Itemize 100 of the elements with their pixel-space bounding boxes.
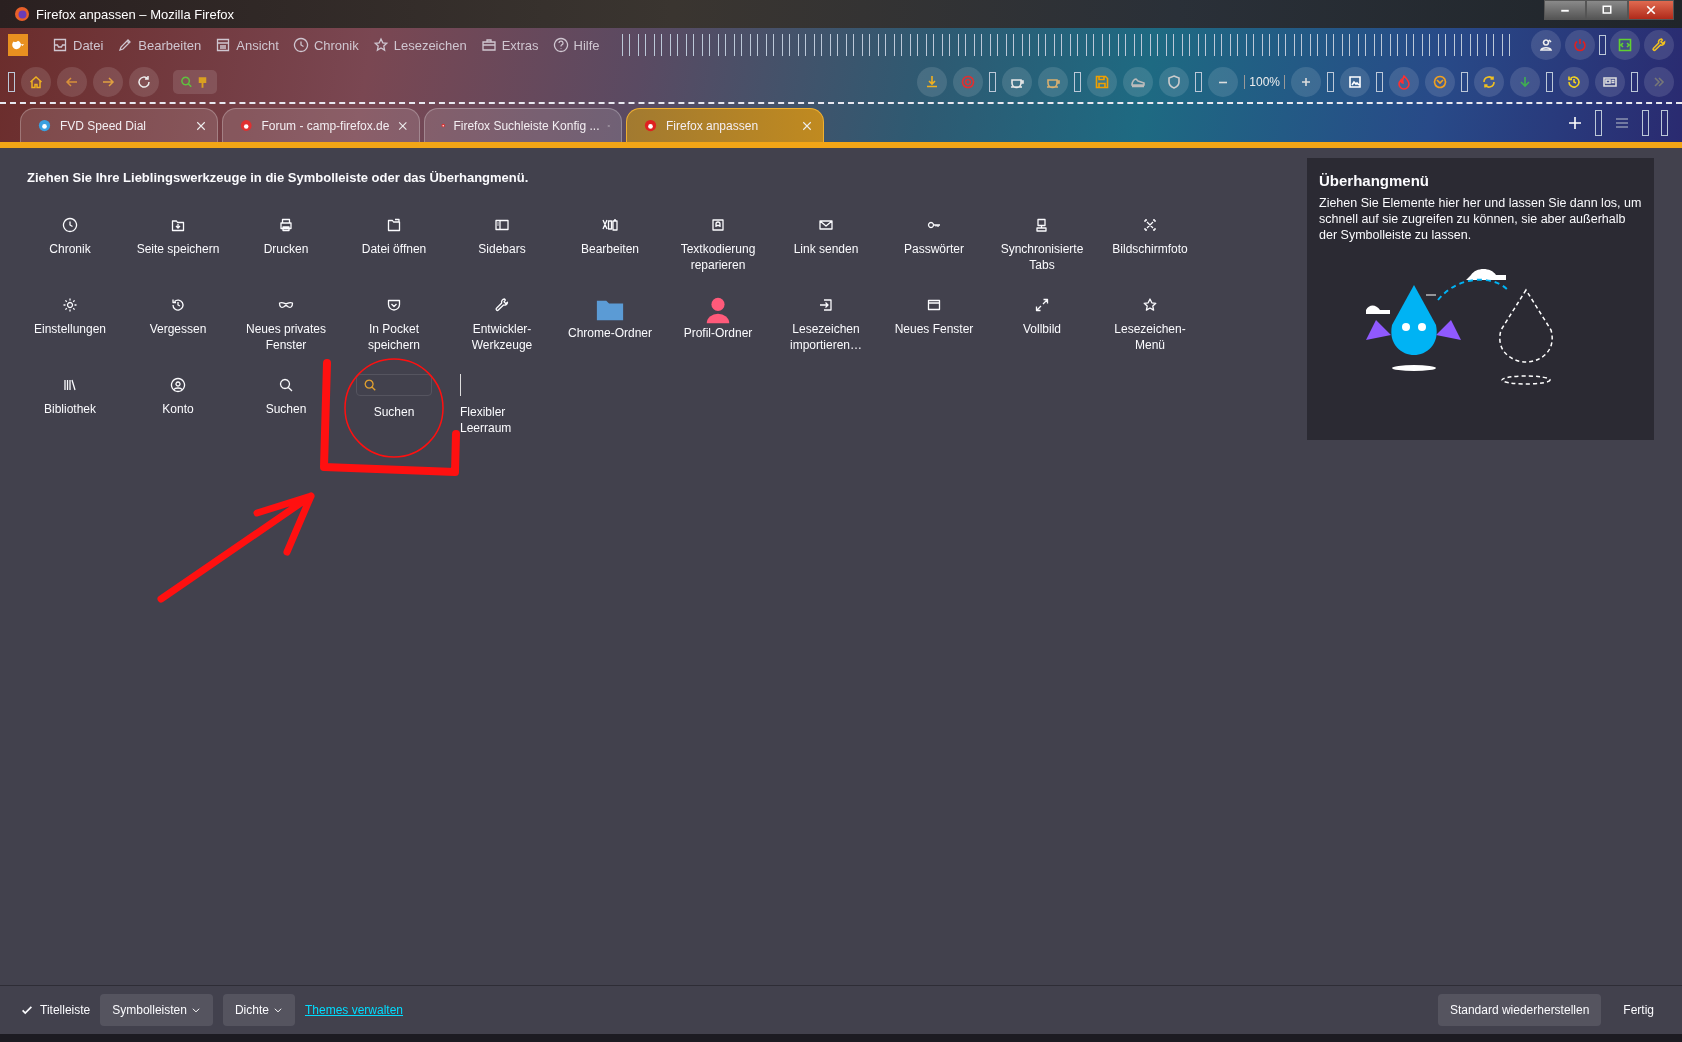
floppy-disk-button[interactable]: [1087, 67, 1118, 97]
cup-button[interactable]: [1002, 67, 1033, 97]
restore-defaults-button[interactable]: Standard wiederherstellen: [1437, 994, 1602, 1026]
palette-item-label: Konto: [162, 401, 194, 417]
screenshot-icon: [1142, 217, 1158, 233]
menu-item[interactable]: Datei: [48, 37, 108, 53]
toolbars-dropdown[interactable]: Symbolleisten: [100, 994, 213, 1026]
menu-item[interactable]: Bearbeiten: [113, 37, 206, 53]
zoom-out-button[interactable]: [1208, 67, 1239, 97]
picture-button[interactable]: [1340, 67, 1370, 97]
search-icon: [278, 377, 294, 393]
palette-item-label: Link senden: [793, 241, 859, 257]
arrow-down-button[interactable]: [1510, 67, 1540, 97]
shield-icon: [1166, 74, 1183, 90]
window-title: Firefox anpassen – Mozilla Firefox: [36, 6, 235, 22]
zoom-in-button[interactable]: [1291, 67, 1321, 97]
palette-item-label: Neues Fenster: [894, 321, 974, 337]
library-icon: [62, 377, 78, 393]
window-icon: [926, 297, 942, 313]
close-button[interactable]: [1628, 0, 1674, 20]
palette-heading: Ziehen Sie Ihre Lieblingswerkzeuge in die Symbolleiste oder das Überhangmenü.: [27, 170, 530, 185]
close-icon[interactable]: [397, 119, 409, 132]
picture-icon: [1347, 74, 1363, 90]
tab-title: Firefox Suchleiste Konfig ...: [453, 118, 600, 133]
app-menu-button[interactable]: [8, 34, 28, 56]
moon-caret-icon: [11, 38, 25, 52]
wrench-button[interactable]: [1644, 30, 1674, 60]
title-bar-checkbox[interactable]: Titelleiste: [20, 1003, 91, 1017]
history-arrow-icon: [170, 297, 186, 313]
menu-item[interactable]: Ansicht: [211, 37, 283, 53]
home-button[interactable]: [21, 67, 51, 97]
star-icon: [1142, 297, 1158, 313]
menu-item[interactable]: Hilfe: [548, 37, 604, 53]
site-favicon-icon: [643, 118, 658, 133]
missing-glyph-box: [1461, 72, 1468, 92]
palette-item-label: Entwickler-Werkzeuge: [470, 321, 534, 353]
caret-icon: [190, 1005, 201, 1015]
search-pin-widget[interactable]: [173, 70, 217, 94]
download-button[interactable]: [917, 67, 948, 97]
account-icon: [170, 377, 186, 393]
newspaper-button[interactable]: [1595, 67, 1625, 97]
tab-title: Firefox anpassen: [666, 118, 760, 133]
density-dropdown[interactable]: Dichte: [222, 994, 295, 1026]
palette-item-label: Datei öffnen: [361, 241, 427, 257]
missing-glyph-box: [8, 72, 15, 92]
missing-glyph-box: [1599, 35, 1606, 55]
maximize-button[interactable]: [1586, 0, 1628, 20]
new-tab-plus-icon[interactable]: [1567, 115, 1583, 131]
cup-button[interactable]: [1038, 67, 1069, 97]
shield-button[interactable]: [1159, 67, 1190, 97]
palette-item-label: Einstellungen: [33, 321, 107, 337]
person-arrow-icon: [1538, 37, 1554, 53]
menu-icon[interactable]: [1614, 115, 1630, 131]
code-box-button[interactable]: [1610, 30, 1640, 60]
synced-tabs-icon: [1034, 217, 1050, 233]
manage-themes-link[interactable]: Themes verwalten: [304, 1003, 403, 1017]
missing-glyph-box: [1661, 110, 1668, 136]
newspaper-icon: [1602, 74, 1618, 90]
palette-item-label: Profil-Ordner: [683, 325, 753, 341]
palette-item-label: Synchronisierte Tabs: [999, 241, 1085, 273]
menu-item[interactable]: Chronik: [288, 37, 363, 53]
back-button[interactable]: [57, 67, 87, 97]
browser-tab[interactable]: Firefox Suchleiste Konfig ...: [424, 108, 622, 142]
search-field[interactable]: [356, 374, 432, 396]
shoe-button[interactable]: [1123, 67, 1154, 97]
power-icon: [1572, 37, 1588, 53]
palette-item-label: Bearbeiten: [580, 241, 639, 257]
history-button[interactable]: [1559, 67, 1589, 97]
browser-tab[interactable]: FVD Speed Dial: [20, 108, 218, 142]
done-button[interactable]: Fertig: [1611, 994, 1666, 1026]
maximize-icon: [1601, 4, 1613, 16]
wrench-icon: [1651, 37, 1667, 53]
close-icon[interactable]: [801, 119, 813, 132]
palette-item-label: Seite speichern: [136, 241, 220, 257]
palette-item-label: Sidebars: [478, 241, 526, 257]
missing-glyph-box: [1595, 110, 1602, 136]
code-box-icon: [1617, 37, 1633, 53]
panel-description: Ziehen Sie Elemente hier her und lassen Sie dann los, um schnell auf sie zugreifen zu können, sie aber außerhalb der Symbolleiste zu lassen.: [1319, 195, 1642, 243]
overflow-chevrons-button[interactable]: [1644, 67, 1674, 97]
zoom-level[interactable]: 100%: [1244, 75, 1285, 89]
person-arrow-button[interactable]: [1531, 30, 1561, 60]
expand-arrows-icon: [1034, 297, 1050, 313]
missing-glyph-box: [1376, 72, 1383, 92]
browser-tab[interactable]: Firefox anpassen: [626, 108, 824, 142]
reload-button[interactable]: [129, 67, 159, 97]
tab-title: FVD Speed Dial: [60, 118, 148, 133]
close-icon[interactable]: [195, 119, 207, 132]
flame-button[interactable]: [1389, 67, 1419, 97]
palette-item-label: Chronik: [49, 241, 91, 257]
browser-logo-icon: [14, 6, 30, 22]
missing-glyph-box: [1546, 72, 1553, 92]
menu-item[interactable]: Extras: [476, 37, 543, 53]
clock-icon: [292, 37, 309, 53]
palette-item-label: Drucken: [263, 241, 309, 257]
forward-button[interactable]: [93, 67, 123, 97]
menu-item[interactable]: Lesezeichen: [368, 37, 471, 53]
gear-icon: [62, 297, 78, 313]
browser-tab[interactable]: Forum - camp-firefox.de: [222, 108, 420, 142]
sync-button[interactable]: [1474, 67, 1504, 97]
palette-item-label: Neues privates Fenster: [244, 321, 327, 353]
